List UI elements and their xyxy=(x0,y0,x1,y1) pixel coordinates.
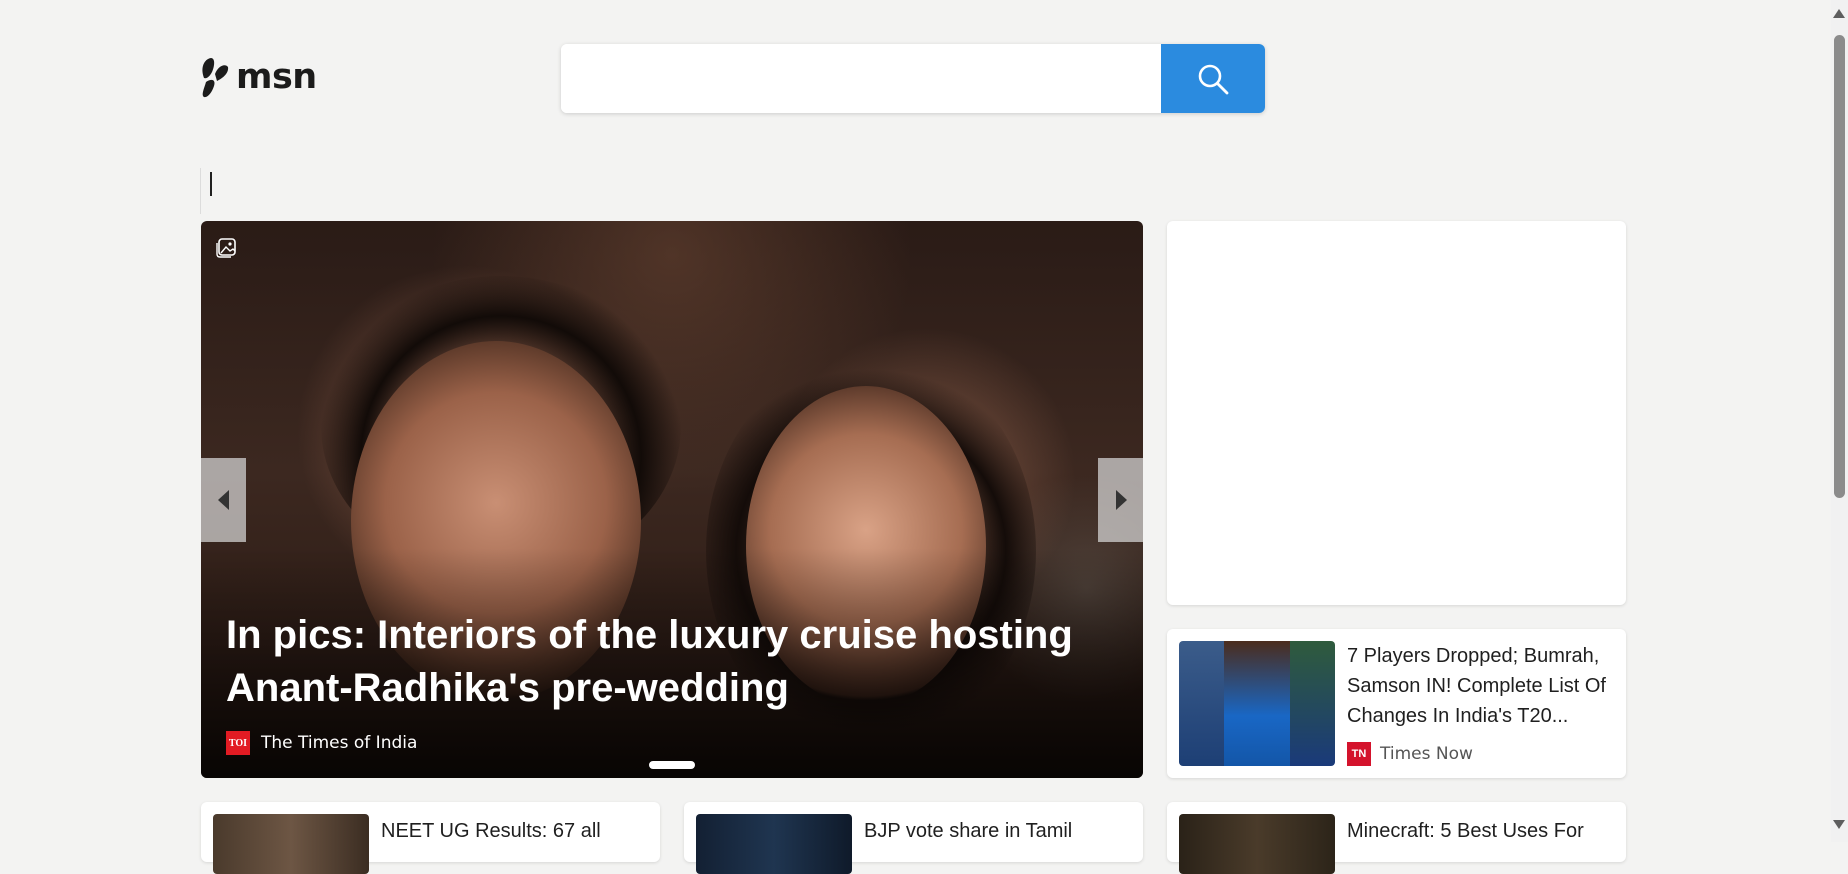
thumbnail-panel xyxy=(1179,641,1224,766)
news-thumbnail xyxy=(213,814,369,874)
hero-carousel[interactable]: In pics: Interiors of the luxury cruise … xyxy=(201,221,1143,778)
msn-logo[interactable]: msn xyxy=(198,56,317,98)
news-thumbnail xyxy=(1179,641,1335,766)
source-name: Times Now xyxy=(1380,744,1473,764)
search-button[interactable] xyxy=(1161,44,1265,113)
news-card[interactable]: Minecraft: 5 Best Uses For xyxy=(1167,802,1626,874)
thumbnail-panel xyxy=(1223,641,1291,766)
carousel-indicator[interactable] xyxy=(649,761,695,769)
news-card[interactable]: NEET UG Results: 67 all xyxy=(201,802,660,874)
carousel-next-button[interactable] xyxy=(1098,458,1143,542)
carousel-prev-button[interactable] xyxy=(201,458,246,542)
text-cursor xyxy=(210,172,212,196)
news-headline[interactable]: 7 Players Dropped; Bumrah, Samson IN! Co… xyxy=(1347,641,1615,731)
chevron-right-icon xyxy=(1115,490,1127,510)
scrollbar[interactable] xyxy=(1831,0,1848,842)
butterfly-icon xyxy=(202,58,229,98)
scroll-down-arrow[interactable] xyxy=(1833,820,1845,829)
search-bar xyxy=(561,44,1265,113)
hero-source: TOI The Times of India xyxy=(226,731,417,755)
source-logo: TOI xyxy=(226,731,250,755)
search-icon xyxy=(1198,64,1229,94)
news-card[interactable]: BJP vote share in Tamil xyxy=(684,802,1143,874)
source-name: The Times of India xyxy=(261,733,418,753)
chevron-left-icon xyxy=(217,490,229,510)
scroll-up-arrow[interactable] xyxy=(1833,9,1845,18)
gallery-icon xyxy=(216,238,236,258)
scrollbar-thumb[interactable] xyxy=(1834,35,1845,498)
hero-headline[interactable]: In pics: Interiors of the luxury cruise … xyxy=(226,609,1086,715)
thumbnail-panel xyxy=(1290,641,1335,766)
news-source: TN Times Now xyxy=(1347,742,1473,766)
ad-placeholder xyxy=(1167,221,1626,605)
news-thumbnail xyxy=(696,814,852,874)
news-card[interactable]: 7 Players Dropped; Bumrah, Samson IN! Co… xyxy=(1167,629,1626,778)
search-input[interactable] xyxy=(561,44,1161,113)
source-logo: TN xyxy=(1347,742,1371,766)
divider xyxy=(200,168,201,214)
news-thumbnail xyxy=(1179,814,1335,874)
logo-text: msn xyxy=(236,57,317,97)
